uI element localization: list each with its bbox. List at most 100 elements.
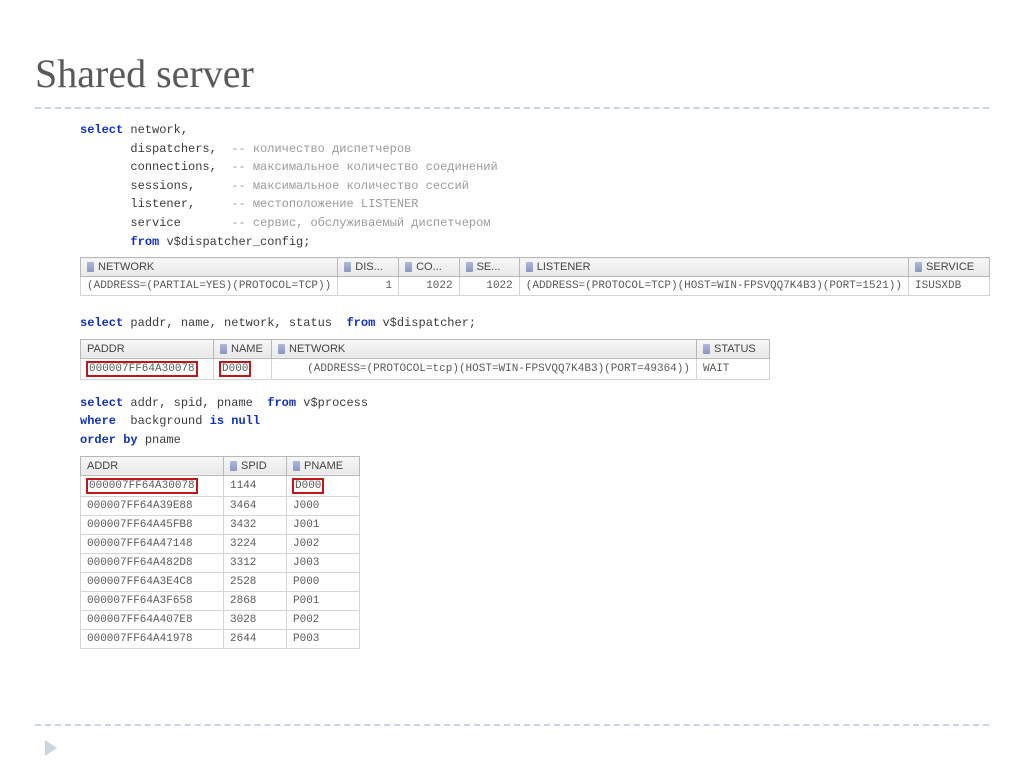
cell-paddr: 000007FF64A30078 bbox=[81, 358, 214, 379]
cell-network: (ADDRESS=(PARTIAL=YES)(PROTOCOL=TCP)) bbox=[81, 277, 338, 296]
sort-icon bbox=[293, 461, 300, 471]
cell-se: 1022 bbox=[459, 277, 519, 296]
field-connections: connections, bbox=[130, 160, 216, 174]
page-title: Shared server bbox=[35, 50, 989, 97]
kw-select: select bbox=[80, 123, 123, 137]
sql3-body: addr, spid, pname bbox=[130, 396, 252, 410]
cmt-connections: -- максимальное количество соединений bbox=[231, 160, 497, 174]
field-dispatchers: dispatchers, bbox=[130, 142, 216, 156]
cell-pname: J002 bbox=[287, 534, 360, 553]
col-service[interactable]: SERVICE bbox=[909, 258, 990, 277]
cell-addr: 000007FF64A3F658 bbox=[81, 591, 224, 610]
col-network2[interactable]: NETWORK bbox=[272, 339, 697, 358]
cell-addr: 000007FF64A39E88 bbox=[81, 496, 224, 515]
grid3-row[interactable]: 000007FF64A3E4C82528P000 bbox=[81, 572, 360, 591]
cell-spid: 3312 bbox=[224, 553, 287, 572]
cell-pname: P000 bbox=[287, 572, 360, 591]
col-co[interactable]: CO... bbox=[399, 258, 460, 277]
cell-addr: 000007FF64A47148 bbox=[81, 534, 224, 553]
field-network: network, bbox=[130, 123, 188, 137]
result-grid-1: NETWORK DIS... CO... SE... LISTENER SERV… bbox=[80, 257, 990, 296]
cell-pname: P003 bbox=[287, 629, 360, 648]
sort-icon bbox=[87, 262, 94, 272]
sort-icon bbox=[466, 262, 473, 272]
table-1: v$dispatcher_config; bbox=[166, 235, 310, 249]
grid2-row[interactable]: 000007FF64A30078 D000 (ADDRESS=(PROTOCOL… bbox=[81, 358, 770, 379]
cell-spid: 3028 bbox=[224, 610, 287, 629]
sql-block-1: select network, dispatchers, -- количест… bbox=[80, 121, 989, 251]
grid3-row[interactable]: 000007FF64A39E883464J000 bbox=[81, 496, 360, 515]
sql-block-3: select addr, spid, pname from v$process … bbox=[80, 394, 989, 450]
grid3-row[interactable]: 000007FF64A30078 1144 D000 bbox=[81, 475, 360, 496]
highlight-paddr: 000007FF64A30078 bbox=[87, 362, 197, 376]
col-status[interactable]: STATUS bbox=[697, 339, 770, 358]
highlight-addr: 000007FF64A30078 bbox=[87, 479, 197, 493]
cell-spid: 3224 bbox=[224, 534, 287, 553]
col-pname[interactable]: PNAME bbox=[287, 456, 360, 475]
sort-icon bbox=[405, 262, 412, 272]
grid1-row[interactable]: (ADDRESS=(PARTIAL=YES)(PROTOCOL=TCP)) 1 … bbox=[81, 277, 990, 296]
kw-null: null bbox=[231, 414, 260, 428]
cell-addr: 000007FF64A407E8 bbox=[81, 610, 224, 629]
cmt-dispatchers: -- количество диспетчеров bbox=[231, 142, 411, 156]
grid3-row[interactable]: 000007FF64A3F6582868P001 bbox=[81, 591, 360, 610]
cell-spid: 2644 bbox=[224, 629, 287, 648]
field-sessions: sessions, bbox=[130, 179, 195, 193]
sort-icon bbox=[344, 262, 351, 272]
col-se[interactable]: SE... bbox=[459, 258, 519, 277]
sql-block-2: select paddr, name, network, status from… bbox=[80, 314, 989, 333]
highlight-pname: D000 bbox=[293, 479, 323, 493]
cell-pname: D000 bbox=[287, 475, 360, 496]
cell-addr: 000007FF64A3E4C8 bbox=[81, 572, 224, 591]
sort-icon bbox=[526, 262, 533, 272]
cell-pname: J001 bbox=[287, 515, 360, 534]
cell-pname: P002 bbox=[287, 610, 360, 629]
grid3-row[interactable]: 000007FF64A419782644P003 bbox=[81, 629, 360, 648]
cell-addr: 000007FF64A41978 bbox=[81, 629, 224, 648]
grid3-row[interactable]: 000007FF64A407E83028P002 bbox=[81, 610, 360, 629]
col-listener[interactable]: LISTENER bbox=[519, 258, 908, 277]
col-dis[interactable]: DIS... bbox=[338, 258, 399, 277]
cmt-sessions: -- максимальное количество сессий bbox=[231, 179, 469, 193]
kw-select-3: select bbox=[80, 396, 123, 410]
kw-from: from bbox=[130, 235, 159, 249]
sort-icon bbox=[230, 461, 237, 471]
table-3: v$process bbox=[303, 396, 368, 410]
sort-icon bbox=[703, 344, 710, 354]
bottom-divider bbox=[35, 724, 989, 726]
col-spid[interactable]: SPID bbox=[224, 456, 287, 475]
cell-pname: P001 bbox=[287, 591, 360, 610]
cell-addr: 000007FF64A30078 bbox=[81, 475, 224, 496]
grid3-row[interactable]: 000007FF64A482D83312J003 bbox=[81, 553, 360, 572]
col-name[interactable]: NAME bbox=[214, 339, 272, 358]
result-grid-3: ADDR SPID PNAME 000007FF64A30078 1144 D000… bbox=[80, 456, 360, 649]
cell-name: D000 bbox=[214, 358, 272, 379]
grid3-row[interactable]: 000007FF64A471483224J002 bbox=[81, 534, 360, 553]
col-addr[interactable]: ADDR bbox=[81, 456, 224, 475]
cell-status: WAIT bbox=[697, 358, 770, 379]
col-paddr[interactable]: PADDR bbox=[81, 339, 214, 358]
field-service: service bbox=[130, 216, 180, 230]
cell-spid: 2868 bbox=[224, 591, 287, 610]
result-grid-2: PADDR NAME NETWORK STATUS 000007FF64A300… bbox=[80, 339, 770, 380]
cell-pname: J000 bbox=[287, 496, 360, 515]
title-divider bbox=[35, 107, 989, 109]
cell-pname: J003 bbox=[287, 553, 360, 572]
cell-listener: (ADDRESS=(PROTOCOL=TCP)(HOST=WIN-FPSVQQ7… bbox=[519, 277, 908, 296]
sort-icon bbox=[915, 262, 922, 272]
cell-spid: 3464 bbox=[224, 496, 287, 515]
highlight-name: D000 bbox=[220, 362, 250, 376]
kw-is: is bbox=[210, 414, 224, 428]
kw-from-2: from bbox=[346, 316, 375, 330]
slide: Shared server select network, dispatcher… bbox=[0, 0, 1024, 768]
kw-where: where bbox=[80, 414, 116, 428]
cell-co: 1022 bbox=[399, 277, 460, 296]
grid3-row[interactable]: 000007FF64A45FB83432J001 bbox=[81, 515, 360, 534]
col-network[interactable]: NETWORK bbox=[81, 258, 338, 277]
cell-spid: 1144 bbox=[224, 475, 287, 496]
field-listener: listener, bbox=[130, 197, 195, 211]
cell-network2: (ADDRESS=(PROTOCOL=tcp)(HOST=WIN-FPSVQQ7… bbox=[272, 358, 697, 379]
cell-dis: 1 bbox=[338, 277, 399, 296]
grid3-header-row: ADDR SPID PNAME bbox=[81, 456, 360, 475]
cmt-service: -- сервис, обслуживаемый диспетчером bbox=[231, 216, 490, 230]
